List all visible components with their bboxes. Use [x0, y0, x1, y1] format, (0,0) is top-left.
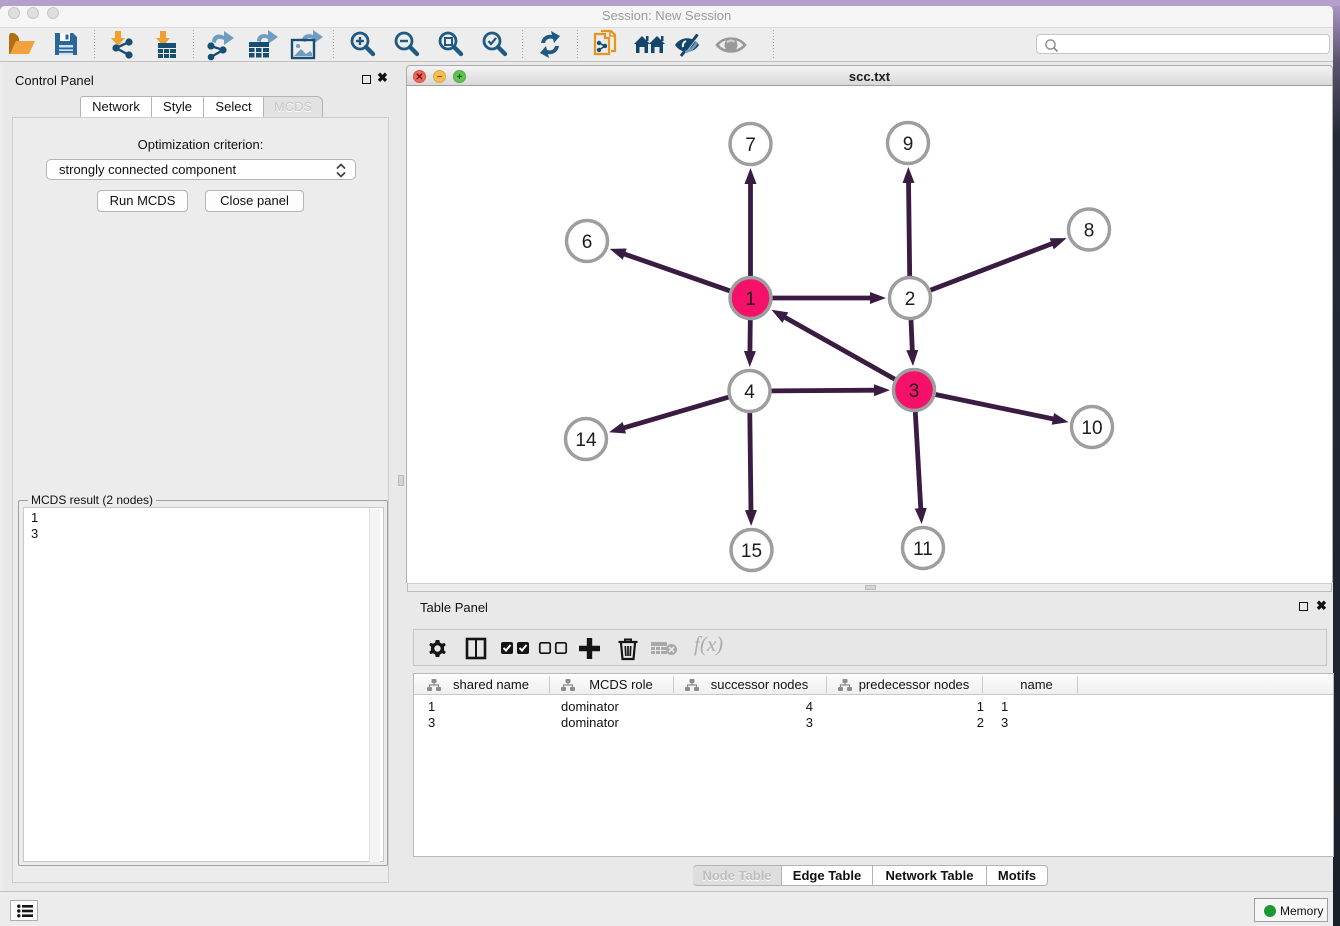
- svg-text:11: 11: [913, 539, 933, 560]
- svg-text:15: 15: [741, 541, 762, 562]
- svg-text:14: 14: [575, 430, 597, 451]
- svg-text:8: 8: [1084, 221, 1095, 242]
- svg-text:6: 6: [582, 232, 593, 253]
- svg-text:1: 1: [745, 289, 756, 310]
- svg-text:4: 4: [744, 382, 755, 403]
- svg-text:2: 2: [905, 289, 916, 310]
- svg-text:3: 3: [909, 381, 920, 402]
- svg-text:9: 9: [903, 134, 914, 155]
- svg-text:7: 7: [745, 135, 756, 156]
- svg-text:10: 10: [1081, 418, 1102, 439]
